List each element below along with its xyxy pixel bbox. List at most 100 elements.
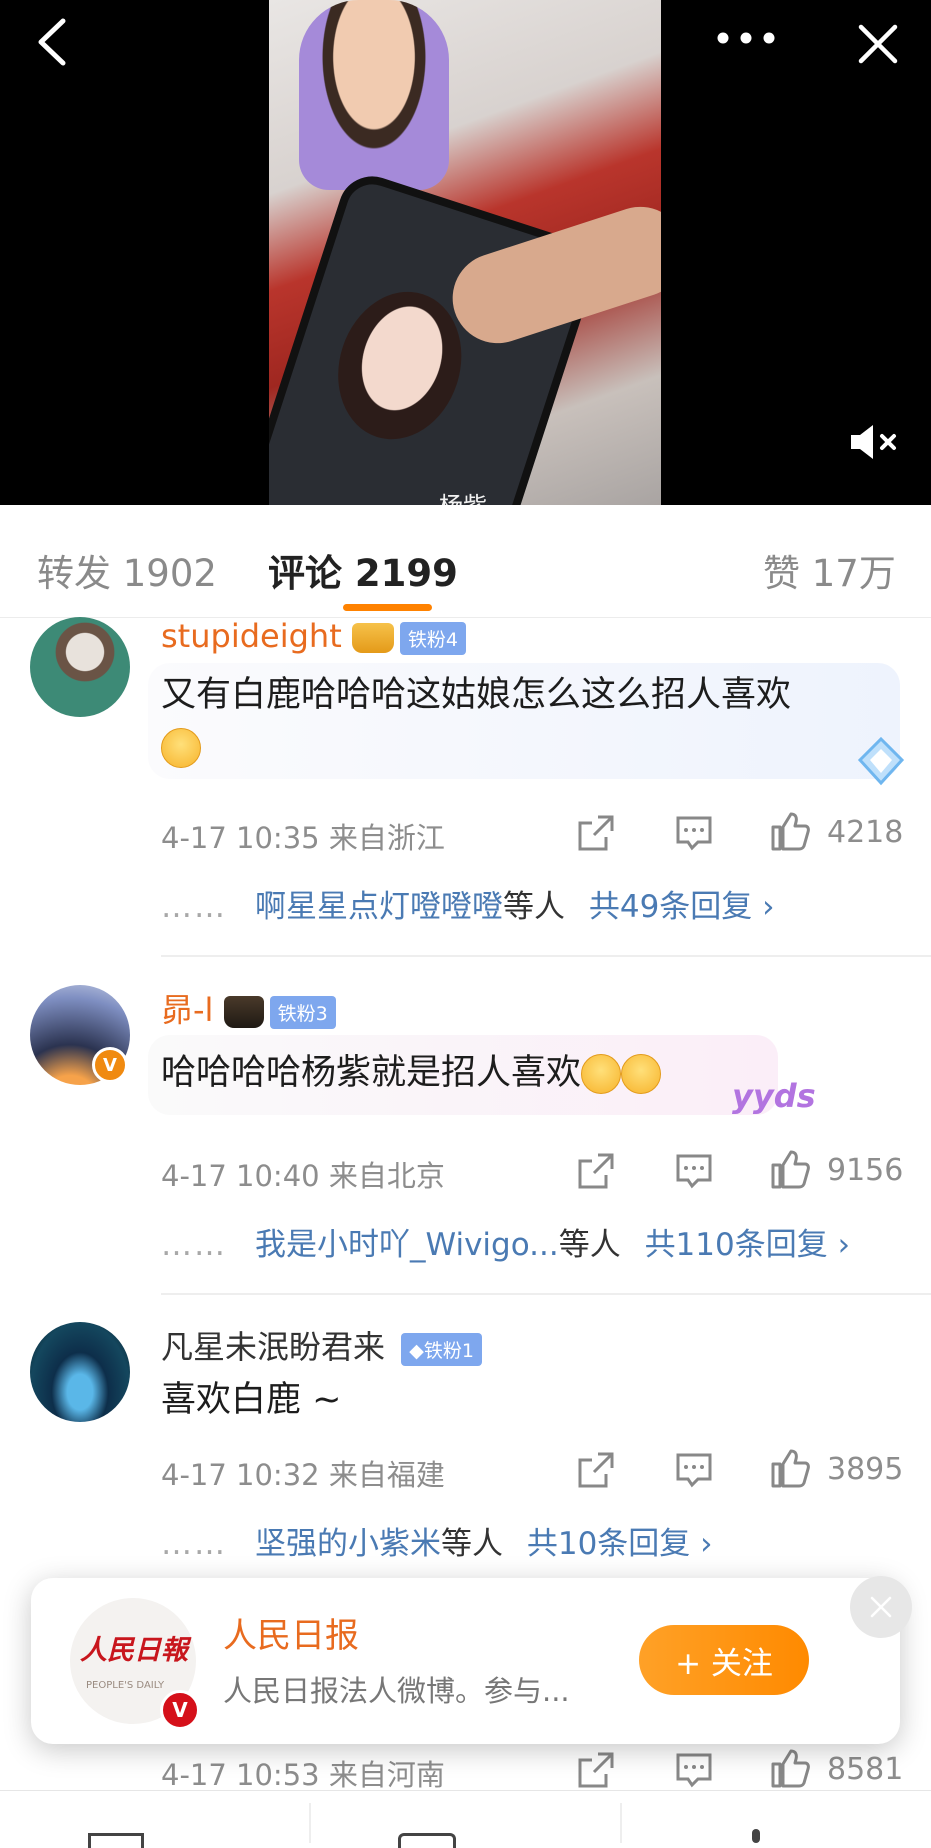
- reply-user-link[interactable]: 坚强的小紫米: [255, 1526, 441, 1562]
- volume-mute-icon: [851, 425, 896, 459]
- comment-divider: [161, 955, 931, 957]
- diamond-decoration-icon: [857, 736, 905, 786]
- comment-meta: 4-17 10:32 来自福建: [161, 1452, 445, 1494]
- comment-icon[interactable]: [674, 1151, 714, 1191]
- fan-badge-text: 铁粉1: [423, 1339, 474, 1362]
- repost-icon[interactable]: [88, 1833, 144, 1848]
- like-count: 8581: [827, 1752, 904, 1787]
- username-text: 昴-l: [161, 991, 214, 1029]
- comment-icon[interactable]: [674, 1450, 714, 1490]
- more-button[interactable]: [712, 16, 780, 60]
- close-icon: [858, 24, 898, 64]
- share-icon[interactable]: [576, 1750, 616, 1790]
- chevron-right-icon: ›: [752, 889, 775, 925]
- comment-item: 4-17 10:53 来自河南 8581: [0, 1748, 931, 1792]
- fan-badge: ◆铁粉1: [401, 1332, 482, 1366]
- tab-comments-count: 2199: [354, 552, 458, 595]
- comment-text-line: 哈哈哈哈杨紫就是招人喜欢: [161, 1053, 582, 1093]
- comment-meta: 4-17 10:40 来自北京: [161, 1153, 445, 1195]
- comment-time: 4-17 10:40: [161, 1159, 320, 1193]
- replies-preview[interactable]: …… 我是小时吖_Wivigo...等人 共110条回复 ›: [161, 1219, 850, 1264]
- reply-suffix: 等人: [503, 889, 565, 925]
- comment-bottom-icon[interactable]: [398, 1833, 456, 1848]
- video-phone-figure: [269, 167, 604, 505]
- avatar[interactable]: [30, 1322, 130, 1422]
- replies-dots: ……: [161, 1227, 227, 1263]
- follow-button[interactable]: + 关注: [639, 1625, 809, 1695]
- logo-subtext: PEOPLE'S DAILY: [86, 1680, 165, 1691]
- reply-user-link[interactable]: 我是小时吖_Wivigo...: [255, 1227, 559, 1263]
- tab-comments[interactable]: 评论 2199: [268, 543, 458, 597]
- crown-badge-icon: [223, 996, 264, 1028]
- comment-icon[interactable]: [674, 1750, 714, 1790]
- like-thumb-icon[interactable]: [770, 1748, 810, 1788]
- comment-meta: 4-17 10:53 来自河南: [161, 1752, 445, 1794]
- back-button[interactable]: [24, 14, 80, 70]
- chevron-right-icon: ›: [827, 1227, 850, 1263]
- chevron-right-icon: ›: [690, 1526, 713, 1562]
- tab-reposts[interactable]: 转发 1902: [37, 543, 217, 597]
- fan-badge: 铁粉4: [399, 621, 466, 655]
- replies-dots: ……: [161, 1526, 227, 1562]
- tab-bar: 转发 1902 评论 2199 赞 17万: [0, 505, 931, 618]
- comment-username[interactable]: 昴-l 铁粉3: [161, 985, 336, 1031]
- reply-user-link[interactable]: 啊星星点灯噔噔噔: [255, 889, 503, 925]
- video-player[interactable]: 杨紫: [0, 0, 931, 505]
- video-child-figure: [299, 0, 449, 190]
- diamond-icon: ◆: [409, 1339, 424, 1362]
- close-icon: [870, 1596, 892, 1618]
- bottom-action-bar: [0, 1790, 931, 1848]
- avatar[interactable]: [30, 617, 130, 717]
- tab-reposts-label: 转发: [37, 552, 111, 595]
- comment-meta: 4-17 10:35 来自浙江: [161, 815, 445, 857]
- comment-icon[interactable]: [674, 813, 714, 853]
- popup-description: 人民日报法人微博。参与...: [223, 1674, 570, 1708]
- tab-likes-count: 17万: [811, 552, 896, 595]
- like-thumb-icon[interactable]: [770, 1448, 810, 1488]
- verified-badge: V: [92, 1047, 128, 1083]
- like-thumb-icon[interactable]: [770, 811, 810, 851]
- reply-total-link[interactable]: 共49条回复: [589, 889, 752, 925]
- reply-total-link[interactable]: 共110条回复: [645, 1227, 828, 1263]
- like-count: 4218: [827, 815, 904, 850]
- logo-text: 人民日報: [80, 1635, 188, 1666]
- replies-preview[interactable]: …… 啊星星点灯噔噔噔等人 共49条回复 ›: [161, 881, 775, 926]
- comment-location: 来自浙江: [328, 821, 445, 855]
- like-bottom-icon[interactable]: [752, 1829, 760, 1843]
- reply-suffix: 等人: [558, 1227, 621, 1263]
- popup-title[interactable]: 人民日报: [223, 1608, 359, 1657]
- comment-location: 来自北京: [328, 1159, 445, 1193]
- more-dots-icon: [717, 32, 775, 44]
- like-thumb-icon[interactable]: [770, 1149, 810, 1189]
- comment-divider: [161, 1293, 931, 1295]
- like-count: 9156: [827, 1153, 904, 1188]
- comment-text-line: 喜欢白鹿 ~: [161, 1380, 342, 1420]
- replies-preview[interactable]: …… 坚强的小紫米等人 共10条回复 ›: [161, 1518, 713, 1563]
- replies-dots: ……: [161, 889, 227, 925]
- comment-text: 又有白鹿哈哈哈这姑娘怎么这么招人喜欢: [161, 669, 791, 773]
- comment-text: 喜欢白鹿 ~: [161, 1374, 341, 1426]
- comment-username[interactable]: stupideight 铁粉4: [161, 617, 466, 655]
- comment-text-line: 又有白鹿哈哈哈这姑娘怎么这么招人喜欢: [161, 675, 792, 715]
- mute-button[interactable]: [846, 418, 902, 466]
- fan-badge: 铁粉3: [269, 995, 336, 1029]
- comment-time: 4-17 10:35: [161, 821, 320, 855]
- tab-comments-label: 评论: [268, 552, 342, 595]
- tab-likes[interactable]: 赞 17万: [763, 543, 896, 597]
- comment-text: 哈哈哈哈杨紫就是招人喜欢: [161, 1047, 662, 1099]
- share-icon[interactable]: [576, 813, 616, 853]
- heart-eyes-emoji-icon: [581, 1054, 622, 1094]
- comment-item: stupideight 铁粉4 又有白鹿哈哈哈这姑娘怎么这么招人喜欢 4-17 …: [0, 617, 931, 957]
- share-icon[interactable]: [576, 1151, 616, 1191]
- close-button[interactable]: [850, 16, 906, 72]
- comment-item: 凡星未泯盼君来 ◆铁粉1 喜欢白鹿 ~ 4-17 10:32 来自福建 3895…: [0, 1322, 931, 1582]
- bottom-divider: [620, 1803, 622, 1843]
- video-caption: 杨紫: [439, 486, 487, 505]
- laughing-emoji-icon: [161, 728, 201, 768]
- follow-suggestion-popup: 人民日報 PEOPLE'S DAILY V 人民日报 人民日报法人微博。参与..…: [31, 1578, 900, 1744]
- comment-username[interactable]: 凡星未泯盼君来 ◆铁粉1: [161, 1322, 482, 1368]
- popup-close-button[interactable]: [850, 1576, 912, 1638]
- reply-total-link[interactable]: 共10条回复: [527, 1526, 690, 1562]
- bottom-divider: [309, 1803, 311, 1843]
- share-icon[interactable]: [576, 1450, 616, 1490]
